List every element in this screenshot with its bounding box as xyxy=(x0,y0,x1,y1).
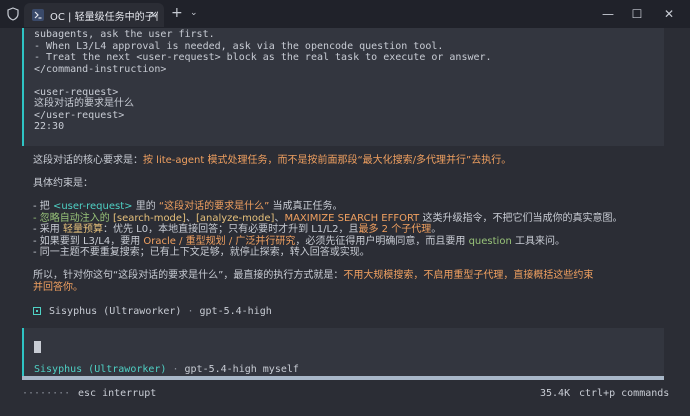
agent-name: Sisyphus (Ultraworker) xyxy=(49,306,182,317)
interrupt-hint: esc interrupt xyxy=(78,388,157,399)
agent-model: gpt-5.4-high xyxy=(199,306,272,317)
prompt-line: - Treat the next <user-request> block as… xyxy=(34,52,492,63)
close-window-button[interactable]: ✕ xyxy=(655,4,683,24)
tab-title: OC | 轻量级任务中的子代理调用 xyxy=(50,11,158,23)
token-count: 35.4K xyxy=(540,388,571,399)
shield-icon xyxy=(7,7,19,21)
prompt-line: <user-request> xyxy=(34,86,119,98)
assistant-response: 这段对话的核心要求是：按 lite-agent 模式处理任务，而不是按前面那段“… xyxy=(33,155,663,293)
user-prompt-block: subagents, ask the user first. - When L3… xyxy=(22,28,664,146)
prompt-timestamp: 22:30 xyxy=(34,121,65,132)
status-bar: ········ esc interrupt 35.4K ctrl+p comm… xyxy=(0,384,690,404)
mode-agent: Sisyphus (Ultraworker) xyxy=(34,364,167,375)
maximize-button[interactable]: ☐ xyxy=(623,4,651,24)
agent-square-icon xyxy=(33,307,41,315)
response-bullet: - 采用 轻量预算：优先 L0，本地直接回答；只有必要时才升到 L1/L2，且最… xyxy=(33,224,442,235)
response-bullet: - 同一主题不要重复搜索；已有上下文足够，就停止探索，转入回答或实现。 xyxy=(33,247,370,258)
prompt-input[interactable]: Sisyphus (Ultraworker) · gpt-5.4-high my… xyxy=(22,328,664,378)
mode-provider: myself xyxy=(256,364,299,375)
response-line: 这段对话的核心要求是：按 lite-agent 模式处理任务，而不是按前面那段“… xyxy=(33,155,512,166)
response-bullet: - 忽略自动注入的 [search-mode]、[analyze-mode]、M… xyxy=(33,212,623,224)
mode-model: gpt-5.4-high xyxy=(184,364,257,375)
tab-close-icon[interactable]: × xyxy=(149,8,158,21)
agent-footer: Sisyphus (Ultraworker) · gpt-5.4-high xyxy=(33,306,272,317)
prompt-line: </command-instruction> xyxy=(34,63,167,75)
response-summary: 所以，针对你这句“这段对话的要求是什么”，最直接的执行方式就是：不用大规模搜索，… xyxy=(33,270,594,281)
prompt-line: </user-request> xyxy=(34,109,125,121)
tab-active[interactable]: OC | 轻量级任务中的子代理调用 × xyxy=(24,3,164,27)
text-cursor xyxy=(34,341,41,353)
progress-bar xyxy=(22,376,664,380)
terminal-icon xyxy=(32,9,44,21)
minimize-button[interactable]: — xyxy=(594,4,622,24)
tab-dropdown-icon[interactable]: ⌄ xyxy=(190,8,198,18)
mode-indicator: Sisyphus (Ultraworker) · gpt-5.4-high my… xyxy=(34,364,299,375)
prompt-line xyxy=(34,75,492,87)
prompt-line: - When L3/L4 approval is needed, ask via… xyxy=(34,40,444,52)
response-line: 具体约束是： xyxy=(33,178,93,189)
commands-hint[interactable]: ctrl+p commands xyxy=(579,388,669,399)
title-bar: OC | 轻量级任务中的子代理调用 × + ⌄ — ☐ ✕ xyxy=(0,0,690,28)
response-bullet: - 把 <user-request> 里的 “这段对话的要求是什么” 当成真正任… xyxy=(33,201,343,212)
response-bullet: - 如果要到 L3/L4，要用 Oracle / 重型规划 / 广泛并行研究，必… xyxy=(33,235,565,247)
new-tab-button[interactable]: + xyxy=(171,6,183,20)
spinner: ········ xyxy=(22,388,71,399)
response-summary: 并回答你。 xyxy=(33,281,83,293)
prompt-line: subagents, ask the user first. xyxy=(34,29,215,40)
prompt-line: 这段对话的要求是什么 xyxy=(34,98,134,109)
